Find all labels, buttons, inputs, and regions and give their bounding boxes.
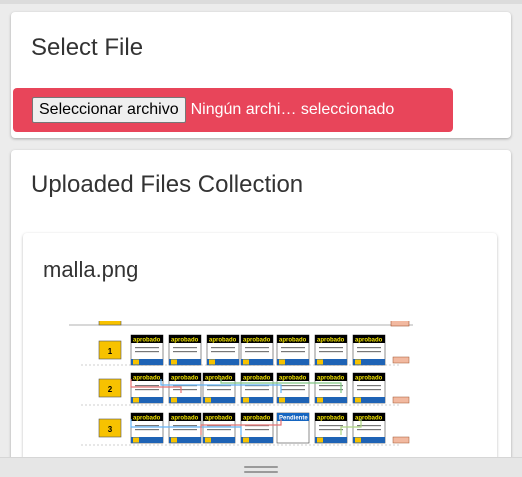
- course-block: aprobado: [314, 372, 348, 404]
- status-badge: aprobado: [133, 376, 161, 382]
- course-block: aprobado: [168, 412, 202, 444]
- course-block: aprobado: [168, 334, 202, 366]
- file-item-card[interactable]: malla.png 1 2 3 aprobado aprobado aprobado ap…: [23, 233, 497, 477]
- status-badge: aprobado: [355, 416, 383, 422]
- status-badge: aprobado: [279, 376, 307, 382]
- status-badge: aprobado: [209, 338, 237, 344]
- course-block: aprobado: [168, 372, 202, 404]
- select-file-card: Select File Seleccionar archivo Ningún a…: [11, 12, 511, 138]
- status-badge: aprobado: [171, 338, 199, 344]
- course-block: aprobado: [206, 334, 240, 366]
- course-block: aprobado: [314, 334, 348, 366]
- pending-badge: Pendiente: [279, 416, 308, 422]
- select-file-title: Select File: [31, 34, 144, 61]
- row-number: 2: [108, 385, 113, 394]
- status-badge: aprobado: [317, 416, 345, 422]
- status-badge: aprobado: [205, 416, 233, 422]
- status-badge: aprobado: [279, 338, 307, 344]
- uploaded-files-title: Uploaded Files Collection: [31, 171, 304, 198]
- resize-bar[interactable]: [0, 457, 522, 477]
- status-badge: aprobado: [171, 376, 199, 382]
- status-badge: aprobado: [171, 416, 199, 422]
- course-block: aprobado: [202, 412, 236, 444]
- top-edge: [0, 0, 522, 4]
- status-badge: aprobado: [355, 338, 383, 344]
- status-badge: aprobado: [355, 376, 383, 382]
- row-number: 3: [108, 425, 113, 434]
- pending-block: Pendiente: [276, 412, 310, 444]
- drag-handle-icon[interactable]: [244, 466, 278, 473]
- file-input[interactable]: Seleccionar archivo Ningún archi… selecc…: [13, 88, 453, 132]
- course-block: aprobado: [240, 334, 274, 366]
- file-name: malla.png: [43, 257, 139, 282]
- status-badge: aprobado: [243, 376, 271, 382]
- course-block: aprobado: [352, 334, 386, 366]
- status-badge: aprobado: [243, 416, 271, 422]
- course-block: aprobado: [240, 412, 274, 444]
- course-block: aprobado: [352, 372, 386, 404]
- thumbnail-image: 1 2 3 aprobado aprobado aprobado aprobado apro…: [61, 321, 413, 471]
- course-block: aprobado: [352, 412, 386, 444]
- uploaded-files-card: Uploaded Files Collection malla.png 1 2 3 …: [11, 150, 511, 477]
- status-badge: aprobado: [243, 338, 271, 344]
- course-block: aprobado: [240, 372, 274, 404]
- course-block: aprobado: [202, 372, 236, 404]
- course-block: aprobado: [276, 334, 310, 366]
- course-block: aprobado: [130, 412, 164, 444]
- file-thumbnail[interactable]: 1 2 3 aprobado aprobado aprobado aprobado apro…: [61, 321, 413, 471]
- course-block: aprobado: [314, 412, 348, 444]
- course-block: aprobado: [130, 334, 164, 366]
- status-badge: aprobado: [133, 338, 161, 344]
- status-badge: aprobado: [317, 376, 345, 382]
- row-number: 1: [108, 347, 113, 356]
- status-badge: aprobado: [205, 376, 233, 382]
- file-status-text: Ningún archi… seleccionado: [190, 101, 395, 118]
- status-badge: aprobado: [317, 338, 345, 344]
- status-badge: aprobado: [133, 416, 161, 422]
- course-block: aprobado: [276, 372, 310, 404]
- choose-file-button[interactable]: Seleccionar archivo: [32, 97, 186, 123]
- course-block: aprobado: [130, 372, 164, 404]
